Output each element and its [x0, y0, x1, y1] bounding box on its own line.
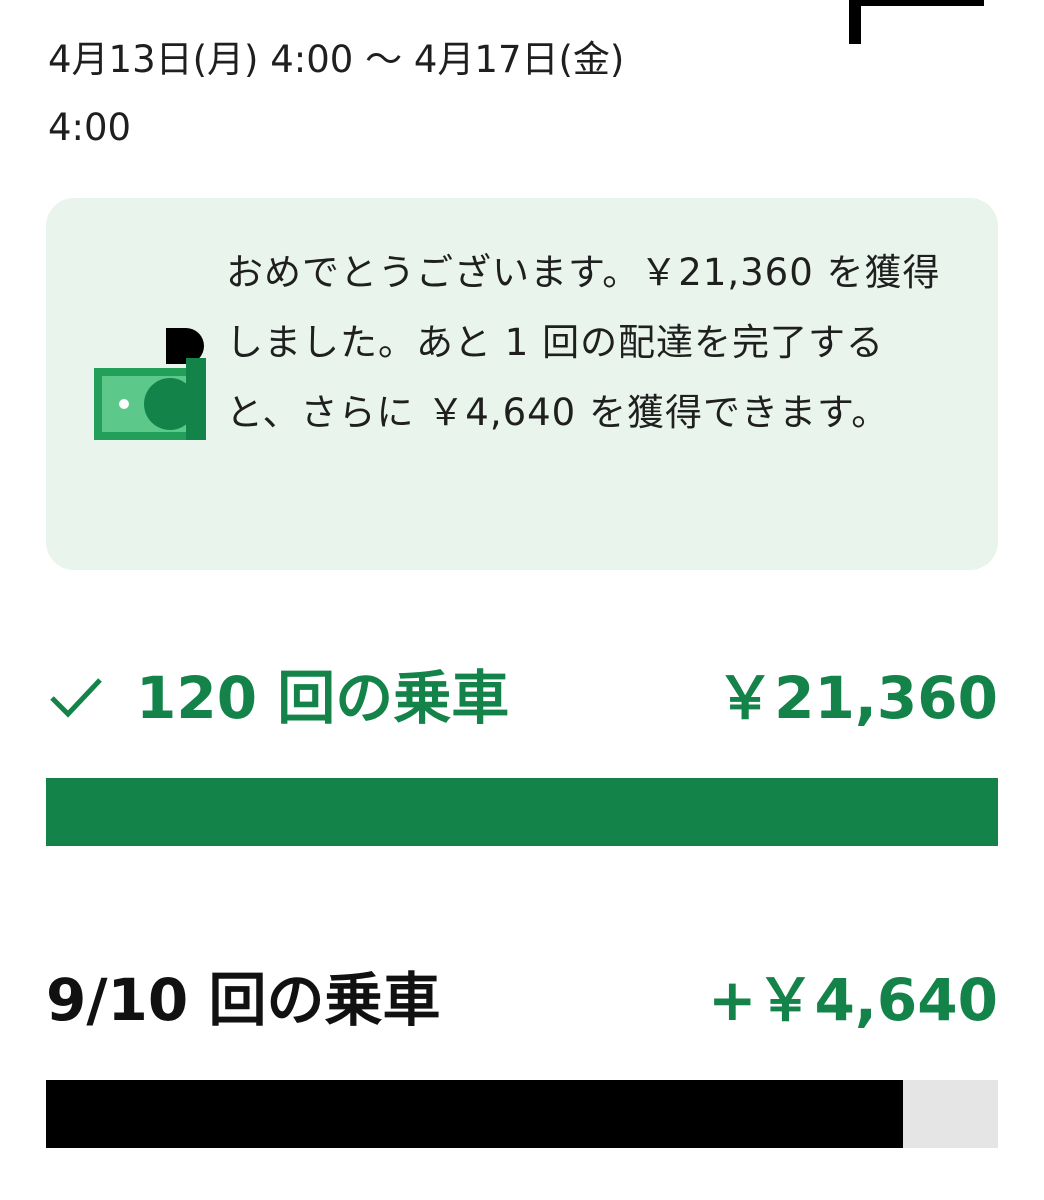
- tier-2-progress-bar: [46, 1080, 998, 1148]
- check-icon: [50, 678, 102, 718]
- tier-2-progress-fill: [46, 1080, 903, 1148]
- corner-bracket-icon: [849, 0, 984, 44]
- tier-completed: 120 回の乗車 ￥21,360: [46, 658, 998, 846]
- period-line-2: 4:00: [48, 106, 132, 149]
- tier-1-progress-bar: [46, 778, 998, 846]
- tier-1-label: 120 回の乗車: [136, 664, 510, 732]
- earnings-banner: おめでとうございます。￥21,360 を獲得しました。あと 1 回の配達を完了す…: [46, 198, 998, 570]
- tier-1-progress-fill: [46, 778, 998, 846]
- money-icon: [94, 328, 206, 440]
- period-line-1: 4月13日(月) 4:00 〜 4月17日(金): [48, 38, 625, 81]
- promotion-period: 4月13日(月) 4:00 〜 4月17日(金) 4:00: [48, 26, 808, 162]
- tier-next: 9/10 回の乗車 +￥4,640: [46, 960, 998, 1148]
- tier-1-amount: ￥21,360: [716, 664, 998, 732]
- tier-2-label: 9/10 回の乗車: [46, 966, 441, 1034]
- banner-message: おめでとうございます。￥21,360 を獲得しました。あと 1 回の配達を完了す…: [226, 251, 941, 434]
- tier-2-amount: +￥4,640: [707, 966, 998, 1034]
